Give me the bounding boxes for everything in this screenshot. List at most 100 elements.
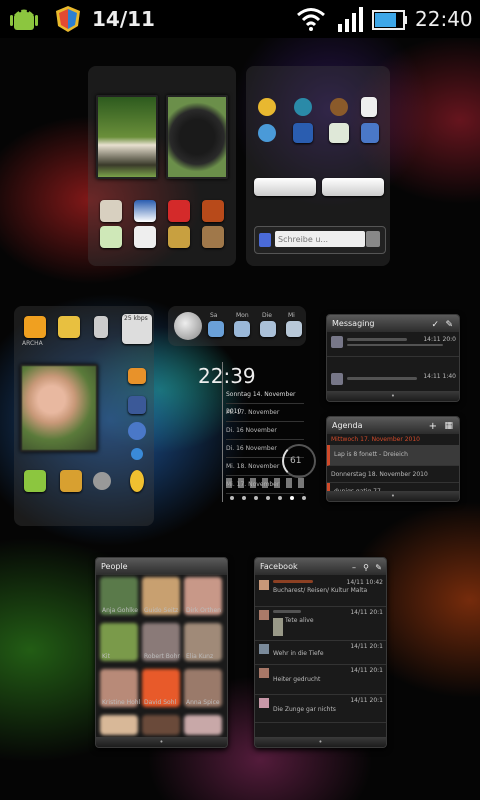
message-row[interactable]: 14:11 20:0: [327, 332, 459, 357]
agenda-footer[interactable]: •: [327, 491, 459, 501]
message-time: 14:11 20:0: [423, 336, 456, 343]
globe-icon[interactable]: [128, 422, 146, 440]
agenda-event[interactable]: Lap is 8 fonett - Dreieich: [327, 445, 459, 466]
facebook-post[interactable]: Wehr in die Tiefe 14/11 20:1: [255, 640, 386, 665]
minus-icon[interactable]: –: [352, 559, 356, 576]
add-event-icon[interactable]: +: [429, 418, 437, 435]
messaging-footer[interactable]: •: [327, 391, 459, 401]
clock-app-icon[interactable]: [294, 98, 312, 116]
app-icon-top-5[interactable]: [258, 124, 276, 142]
search-widget[interactable]: [254, 226, 386, 254]
weather-icon-3: [260, 321, 276, 337]
notes-icon[interactable]: [361, 97, 377, 117]
contact-name: Anja Gohlke: [102, 607, 138, 614]
page-dot: [302, 496, 306, 500]
post-time: 14/11 20:1: [350, 643, 383, 650]
post-time: 14/11 20:1: [350, 667, 383, 674]
angry-birds-icon[interactable]: [168, 200, 190, 222]
folder-icon[interactable]: [128, 368, 146, 384]
contact-photo[interactable]: [142, 715, 180, 735]
weather-day-4: Mi: [288, 312, 295, 319]
person-icon[interactable]: ⚲: [363, 559, 369, 576]
contact-photo[interactable]: [100, 715, 138, 735]
search-icon: [259, 233, 271, 247]
contact-photo[interactable]: [184, 715, 222, 735]
package-icon[interactable]: [58, 316, 80, 338]
avatar: [331, 373, 343, 385]
download-icon[interactable]: [366, 231, 380, 247]
page-dot: [254, 496, 258, 500]
market-icon[interactable]: [24, 470, 46, 492]
compose-icon[interactable]: ✎: [375, 559, 382, 576]
settings-icon[interactable]: [93, 472, 111, 490]
lightbulb-icon[interactable]: [130, 470, 144, 492]
avatar: [259, 580, 269, 590]
calendar-icon[interactable]: [293, 123, 313, 143]
facebook-post[interactable]: Die Zunge gar nichts 14/11 20:1: [255, 694, 386, 723]
dog-photo[interactable]: [166, 95, 228, 179]
facebook-post[interactable]: Tete alive 14/11 20:1: [255, 606, 386, 641]
clock-divider: [222, 362, 223, 502]
page-dot: [278, 496, 282, 500]
weather-day-3: Die: [262, 312, 272, 319]
app-icon-5[interactable]: [100, 226, 122, 248]
weather-icon-2: [234, 321, 250, 337]
sync-icon[interactable]: [131, 448, 143, 460]
cat-photo[interactable]: [96, 95, 158, 179]
ticket-widget[interactable]: [322, 178, 384, 196]
app-icon-7[interactable]: [168, 226, 190, 248]
weather-day-1: Sa: [210, 312, 218, 319]
calculator-icon[interactable]: [329, 123, 349, 143]
facebook-widget[interactable]: Facebook – ⚲ ✎ Bucharest/ Reisen/ Kultur…: [254, 557, 387, 748]
message-time: 14:11 1:40: [423, 373, 456, 380]
app-icon-2[interactable]: [134, 200, 156, 222]
agenda-event-text: Lap is 8 fonett - Dreieich: [334, 451, 408, 458]
wifi-icon: [297, 8, 325, 31]
agenda-widget[interactable]: Agenda + ▦ Mittwoch 17. November 2010 La…: [326, 416, 460, 502]
page-dot: [266, 496, 270, 500]
clock-widget[interactable]: 22:39 Sonntag 14. November 2010 Mi. 17. …: [172, 352, 316, 502]
agenda-event-text: Donnerstag 18. November 2010: [331, 471, 428, 478]
page-dot: [242, 496, 246, 500]
contact-name: David Sohl: [144, 699, 177, 706]
app-icon-1[interactable]: [100, 200, 122, 222]
gift-folder-icon[interactable]: [24, 316, 46, 338]
calendar-view-icon[interactable]: ▦: [444, 418, 453, 435]
app-icon-top-1[interactable]: [258, 98, 276, 116]
android-icon: [10, 9, 38, 30]
contact-name: Kit: [102, 653, 110, 660]
post-text: Tete alive: [285, 617, 314, 624]
folder-label: ARCHA: [22, 340, 43, 347]
facebook-footer[interactable]: •: [255, 737, 386, 747]
battery-ring-value: 61: [290, 456, 302, 466]
facebook-post[interactable]: Heiter gedrucht 14/11 20:1: [255, 664, 386, 695]
contact-name: Dirk Orthen: [186, 607, 221, 614]
gallery-icon[interactable]: [60, 470, 82, 492]
child-photo[interactable]: [20, 364, 98, 452]
avatar: [259, 610, 269, 620]
people-widget[interactable]: People Anja Gohlke Guido Seitz Dirk Orth…: [95, 557, 228, 748]
signal-strength-icon: [338, 7, 363, 32]
post-time: 14/11 10:42: [346, 579, 384, 586]
home-app-icon[interactable]: [202, 200, 224, 222]
facebook-post[interactable]: Bucharest/ Reisen/ Kultur Malta 14/11 10…: [255, 576, 386, 607]
post-time: 14/11 20:1: [350, 697, 383, 704]
phone-icon[interactable]: [94, 316, 108, 338]
weather-icon-4: [286, 321, 302, 337]
contact-name: Kristine Hohl: [102, 699, 141, 706]
people-title: People: [101, 562, 128, 571]
people-footer[interactable]: •: [96, 737, 227, 747]
search-input[interactable]: [275, 231, 365, 247]
messaging-widget[interactable]: Messaging ✓ ✎ 14:11 20:0 14:11 1:40 •: [326, 314, 460, 402]
facebook-title: Facebook: [260, 562, 298, 571]
coffee-icon[interactable]: [330, 98, 348, 116]
facebook-icon[interactable]: [128, 396, 146, 414]
xbe-widget[interactable]: [254, 178, 316, 196]
contact-name: Anna Spice: [186, 699, 220, 706]
contact-name: Robert Bohr: [144, 653, 180, 660]
app-icon-8[interactable]: [202, 226, 224, 248]
app-icon-6[interactable]: [134, 226, 156, 248]
app-icon-top-8[interactable]: [361, 123, 379, 143]
security-shield-icon: [56, 6, 80, 32]
clock-date-header: Sonntag 14. November 2010: [226, 386, 304, 415]
